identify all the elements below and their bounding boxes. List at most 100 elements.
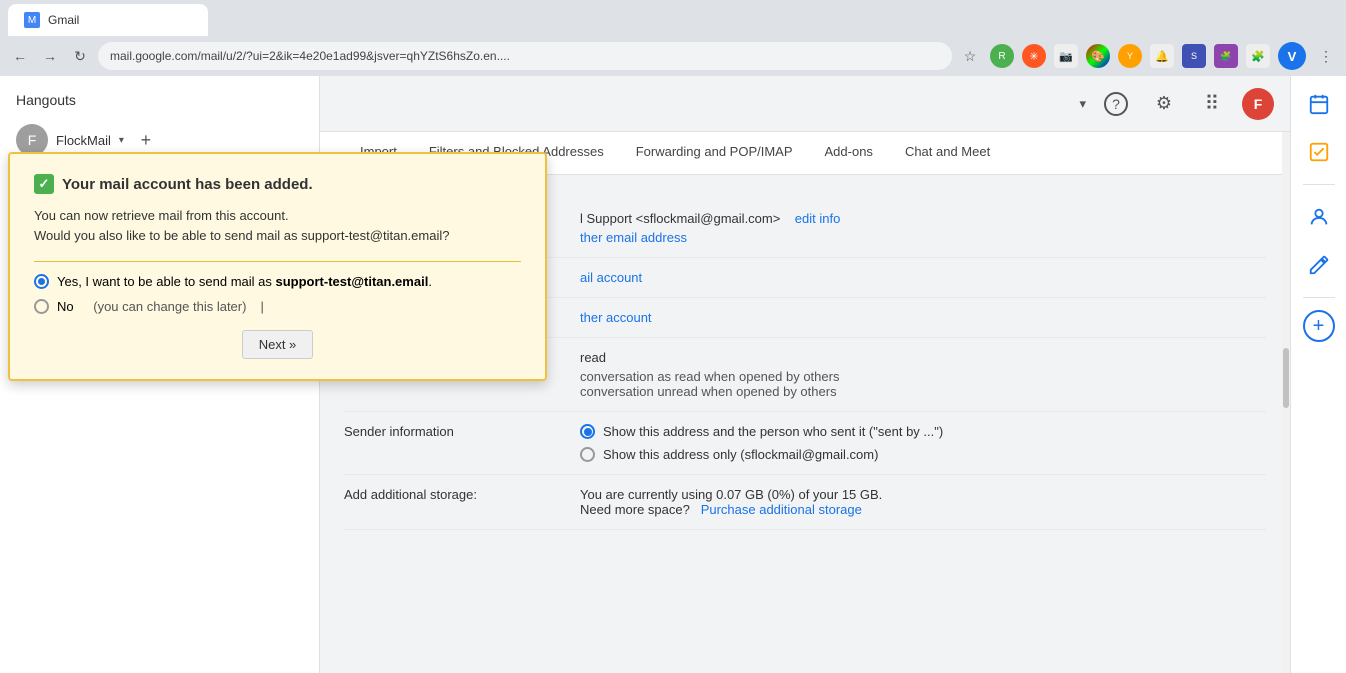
back-button[interactable]: ← [8,44,32,68]
sender-info-row: Sender information Show this address and… [344,412,1266,475]
hangouts-username: FlockMail [56,133,111,148]
tasks-icon[interactable] [1299,132,1339,172]
calendar-icon[interactable] [1299,84,1339,124]
storage-need-row: Need more space? Purchase additional sto… [580,502,1266,517]
apps-icon[interactable]: ⠿ [1194,86,1230,122]
right-panel-divider2 [1303,297,1335,298]
mail-account-link[interactable]: ail account [580,270,642,285]
edit-icon[interactable] [1299,245,1339,285]
modal-title-row: ✓ Your mail account has been added. [34,174,521,194]
tab-favicon: M [24,12,40,28]
ext-jigsaw[interactable]: 🧩 [1246,44,1270,68]
modal-radio-group: Yes, I want to be able to send mail as s… [34,274,521,314]
sender-option1-row: Show this address and the person who sen… [580,424,1266,439]
send-mail-account: l Support <sflockmail@gmail.com> [580,211,780,226]
browser-toolbar: ← → ↻ mail.google.com/mail/u/2/?ui=2&ik=… [0,36,1346,76]
modal-title: Your mail account has been added. [62,176,313,193]
sender-option2-row: Show this address only (sflockmail@gmail… [580,447,1266,462]
checkmark-icon: ✓ [34,174,54,194]
modal-box: ✓ Your mail account has been added. You … [8,152,547,381]
read-desc1: conversation as read when opened by othe… [580,369,1266,384]
storage-value: You are currently using 0.07 GB (0%) of … [580,487,1266,517]
ext-shield[interactable]: S [1182,44,1206,68]
tab-chat-meet[interactable]: Chat and Meet [889,132,1006,174]
tab-forwarding[interactable]: Forwarding and POP/IMAP [620,132,809,174]
modal-radio-yes[interactable] [34,274,49,289]
read-value: read conversation as read when opened by… [580,350,1266,399]
chrome-menu[interactable]: ⋮ [1314,44,1338,68]
modal-option-no[interactable]: No (you can change this later) | [34,299,521,314]
storage-desc: You are currently using 0.07 GB (0%) of … [580,487,1266,502]
toolbar-extensions: ☆ R ✳ 📷 🎨 Y 🔔 S 🧩 🧩 V ⋮ [958,42,1338,70]
ext-color[interactable]: 🎨 [1086,44,1110,68]
import-account-link[interactable]: ther account [580,310,652,325]
forward-button[interactable]: → [38,44,62,68]
header-dropdown-arrow[interactable]: ▾ [1079,96,1086,112]
right-panel: + [1290,76,1346,673]
storage-row: Add additional storage: You are currentl… [344,475,1266,530]
modal-yes-email: support-test@titan.email [276,274,429,289]
modal-footer: Next » [34,330,521,359]
modal-no-text: No [57,299,74,314]
sender-option2-radio[interactable] [580,447,595,462]
page-wrapper: M Gmail ← → ↻ mail.google.com/mail/u/2/?… [0,0,1346,673]
modal-option-yes[interactable]: Yes, I want to be able to send mail as s… [34,274,521,289]
right-panel-add-button[interactable]: + [1303,310,1335,342]
next-button[interactable]: Next » [242,330,314,359]
scrollbar[interactable] [1282,132,1290,673]
storage-purchase-link[interactable]: Purchase additional storage [701,502,862,517]
modal-divider [34,261,521,262]
hangouts-add-button[interactable]: + [132,126,160,154]
modal-yes-text: Yes, I want to be able to send mail as s… [57,274,432,289]
modal-radio-no[interactable] [34,299,49,314]
chrome-user-avatar[interactable]: V [1278,42,1306,70]
modal-desc-line2: Would you also like to be able to send m… [34,226,521,246]
modal-desc-line1: You can now retrieve mail from this acco… [34,206,521,226]
sender-option1-radio[interactable] [580,424,595,439]
ext-bell[interactable]: 🔔 [1150,44,1174,68]
right-panel-divider [1303,184,1335,185]
sender-option1-label: Show this address and the person who sen… [603,424,943,439]
modal-no-sub: (you can change this later) [93,299,246,314]
ext-yellow[interactable]: Y [1118,44,1142,68]
storage-label: Add additional storage: [344,487,564,502]
reload-button[interactable]: ↻ [68,44,92,68]
help-symbol: ? [1104,92,1128,116]
sender-option2-label: Show this address only (sflockmail@gmail… [603,447,878,462]
cursor-indicator: | [260,299,263,314]
ext-camera[interactable]: 📷 [1054,44,1078,68]
help-icon[interactable]: ? [1098,86,1134,122]
modal-description: You can now retrieve mail from this acco… [34,206,521,245]
storage-need-text: Need more space? [580,502,690,517]
sender-info-value: Show this address and the person who sen… [580,424,1266,462]
bookmark-icon[interactable]: ☆ [958,44,982,68]
sender-info-label: Sender information [344,424,564,439]
edit-info-link[interactable]: edit info [795,211,841,226]
read-desc2: conversation unread when opened by other… [580,384,1266,399]
user-avatar[interactable]: F [1242,88,1274,120]
settings-icon[interactable]: ⚙ [1146,86,1182,122]
browser-tab-gmail[interactable]: M Gmail [8,4,208,36]
another-email-link[interactable]: ther email address [580,230,1266,245]
import-value: ther account [580,310,1266,325]
hangouts-header: Hangouts [0,76,319,116]
ext-recaptcha[interactable]: R [990,44,1014,68]
tab-addons[interactable]: Add-ons [809,132,889,174]
hangouts-title: Hangouts [16,92,76,108]
tab-label: Gmail [48,13,79,27]
ext-circle[interactable]: ✳ [1022,44,1046,68]
address-text: mail.google.com/mail/u/2/?ui=2&ik=4e20e1… [110,49,510,63]
contacts-icon[interactable] [1299,197,1339,237]
address-bar[interactable]: mail.google.com/mail/u/2/?ui=2&ik=4e20e1… [98,42,952,70]
send-mail-value: l Support <sflockmail@gmail.com> edit in… [580,211,1266,245]
browser-tabs: M Gmail [0,0,1346,36]
hangouts-dropdown-icon[interactable]: ▾ [119,135,124,146]
header-actions: ▾ ? ⚙ ⠿ F [1079,86,1274,122]
check-mail-value: ail account [580,270,1266,285]
read-value1: read [580,350,1266,365]
gmail-header: ▾ ? ⚙ ⠿ F [320,76,1290,132]
modal-overlay: ✓ Your mail account has been added. You … [0,152,555,381]
ext-puzzle[interactable]: 🧩 [1214,44,1238,68]
content-area: Hangouts F FlockMail ▾ + No recent chats… [0,76,1346,673]
scrollbar-thumb[interactable] [1283,348,1289,408]
